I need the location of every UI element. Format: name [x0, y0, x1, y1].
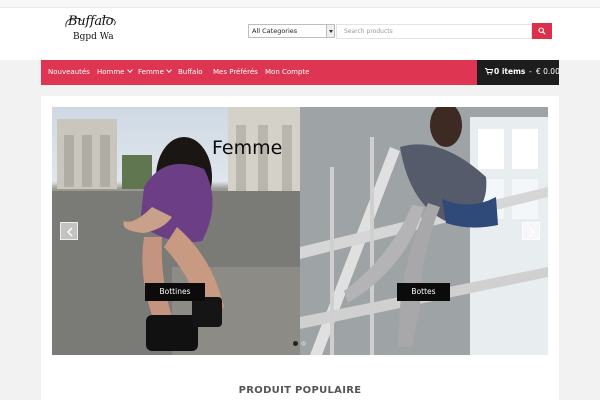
chevron-down-icon [326, 25, 334, 37]
slide-photo-right [300, 107, 548, 355]
nav-item-mon-compte[interactable]: Mon Compte [265, 60, 309, 85]
logo-subtitle: Bgpd Wa [73, 32, 114, 42]
search-input[interactable]: Search products [336, 24, 532, 39]
cart-icon [485, 68, 493, 75]
hero-slider [52, 107, 548, 355]
chevron-down-icon [166, 67, 172, 73]
slider-dot-2[interactable] [301, 341, 306, 346]
nav-label: Mes Préférés [213, 68, 258, 76]
slide-button-bottines[interactable]: Bottines [145, 283, 205, 301]
nav-label: Homme [97, 68, 125, 76]
nav-item-mes-preferes[interactable]: Mes Préférés [213, 60, 258, 85]
nav-label: Mon Compte [265, 68, 310, 76]
slider-dot-1[interactable] [293, 341, 298, 346]
slider-prev-button[interactable] [60, 222, 78, 240]
nav-item-homme[interactable]: Homme [97, 60, 133, 85]
cart-count: 0 items [494, 67, 526, 76]
logo-script-text: Buffalo [68, 14, 114, 29]
slide-button-bottes[interactable]: Bottes [397, 283, 450, 301]
nav-item-femme[interactable]: Femme [138, 60, 172, 85]
search-placeholder: Search products [344, 28, 393, 35]
category-select-value: All Categories [252, 27, 298, 35]
nav-item-buffalo[interactable]: Buffalo [178, 60, 203, 85]
nav-label: Nouveautés [48, 68, 90, 76]
search-button[interactable] [532, 23, 552, 39]
slide-title: Femme [212, 137, 283, 159]
cart-separator: - [529, 67, 532, 76]
top-strip [0, 0, 600, 8]
section-title-popular: PRODUIT POPULAIRE [238, 385, 362, 396]
cart-button[interactable]: 0 items - € 0.00 [477, 60, 560, 85]
chevron-left-icon [67, 227, 73, 237]
site-logo[interactable]: Buffalo Bgpd Wa [62, 14, 124, 44]
cart-total: € 0.00 [536, 67, 560, 76]
nav-label: Buffalo [178, 68, 203, 76]
nav-label: Femme [138, 68, 164, 76]
chevron-right-icon [529, 227, 535, 237]
slide-image-bottes [300, 107, 548, 355]
nav-item-nouveautes[interactable]: Nouveautés [48, 60, 90, 85]
category-select[interactable]: All Categories [248, 24, 335, 38]
main-nav: Nouveautés Homme Femme Buffalo Mes Préfé… [41, 60, 477, 85]
chevron-down-icon [126, 67, 133, 73]
slider-next-button[interactable] [522, 222, 540, 240]
search-icon [538, 27, 546, 35]
